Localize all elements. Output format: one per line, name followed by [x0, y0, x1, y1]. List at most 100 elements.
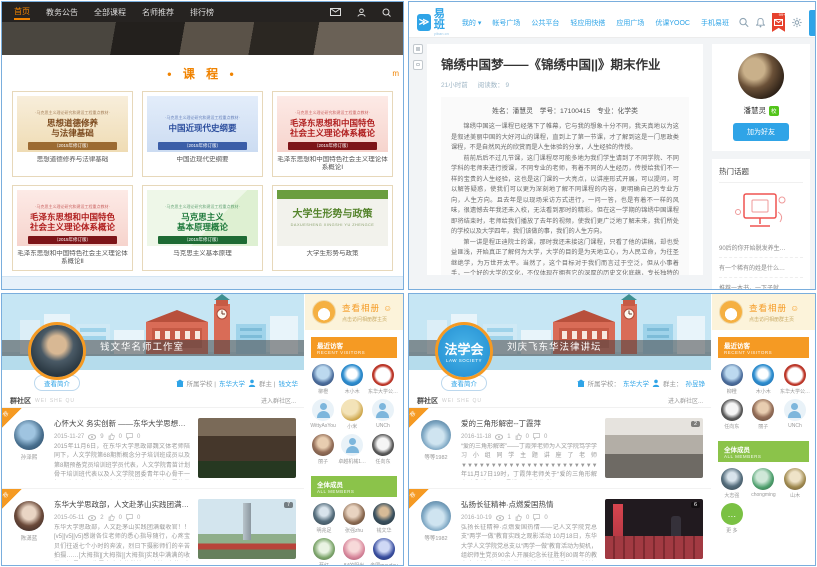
nav-teachers[interactable]: 名师推荐: [142, 7, 174, 18]
visitor[interactable]: 丽子: [748, 399, 778, 430]
hot-topic-item[interactable]: 有一个稀有的姓是什么…: [719, 258, 803, 278]
menu-lightapp[interactable]: 轻应用快搭: [570, 18, 605, 28]
publish-button[interactable]: ✎ 发布: [809, 10, 816, 36]
visitor[interactable]: 东华大学公…: [780, 364, 810, 395]
messages-ribbon[interactable]: 99+: [772, 13, 786, 32]
thumb-up-icon[interactable]: [515, 433, 522, 440]
more-link[interactable]: m: [392, 69, 399, 78]
post-author[interactable]: 陈潇蓝: [12, 534, 46, 542]
post-thumbnail[interactable]: 6: [605, 499, 703, 559]
visitor[interactable]: 柳橙: [310, 364, 336, 395]
post-item[interactable]: 荐 等等1982 爱的三角形解密--丁霞萍 2016-11-18 1 0 0: [409, 408, 711, 489]
school-link[interactable]: 东华大学: [219, 378, 245, 388]
search-icon[interactable]: [382, 8, 391, 17]
owner-link[interactable]: 孙昱铮: [686, 378, 706, 388]
member[interactable]: chongming: [749, 468, 779, 499]
member[interactable]: 山木: [780, 468, 810, 499]
nav-all-courses[interactable]: 全部课程: [94, 7, 126, 18]
yiban-logo[interactable]: ≫ 易班 yiban.cn: [417, 9, 452, 36]
avatar[interactable]: [738, 53, 784, 99]
comment-icon[interactable]: [126, 514, 133, 521]
owner-link[interactable]: 钱文华: [279, 378, 299, 388]
member[interactable]: 金圃mayday: [370, 538, 398, 565]
course-card[interactable]: ·马克思主义理论研究和建设工程重点教材· 思想道德修养 与法律基础 （2015年…: [12, 91, 133, 177]
member[interactable]: 大志强: [717, 468, 747, 499]
add-friend-button[interactable]: 加为好友: [733, 123, 789, 141]
course-card[interactable]: ·马克思主义理论研究和建设工程重点教材· 马克思主义 基本原理概论 （2015年…: [142, 185, 263, 271]
thumb-up-icon[interactable]: [108, 433, 115, 440]
post-author[interactable]: 孙泽熙: [12, 453, 46, 461]
post-title[interactable]: 东华大学思政部，人文赴茅山实践团满载而归要收官！！: [54, 499, 190, 510]
nav-home[interactable]: 首页: [14, 4, 30, 20]
course-card[interactable]: ·马克思主义理论研究和建设工程重点教材· 中国近现代史纲要 （2015年修订版）…: [142, 91, 263, 177]
group-avatar[interactable]: 法学会 LAW SOCIETY: [435, 322, 493, 380]
course-caption[interactable]: 中国近现代史纲要: [147, 156, 258, 173]
post-title[interactable]: 心怀大义 务实创新 ——东华大学思想政治理论实践教育活动: [54, 418, 190, 429]
post-item[interactable]: 荐 等等1982 弘扬长征精神·点燃爱国热情 2016-10-19 1 0 0: [409, 489, 711, 566]
course-caption[interactable]: 马克思主义基本原理: [147, 250, 258, 267]
post-thumbnail[interactable]: 2: [605, 418, 703, 478]
school-link[interactable]: 东华大学: [623, 378, 649, 388]
course-caption[interactable]: 思想道德修养与法律基础: [17, 156, 128, 173]
hot-topic-item[interactable]: 推荐一本书，一下子就…: [719, 278, 803, 290]
comment-icon[interactable]: [533, 514, 540, 521]
visitor[interactable]: 木小木: [338, 364, 366, 395]
menu-public-platform[interactable]: 公共平台: [531, 18, 559, 28]
member[interactable]: 84的阳光: [340, 538, 368, 565]
menu-yooc[interactable]: 优课YOOC: [655, 18, 690, 28]
menu-app-plaza[interactable]: 应用广场: [616, 18, 644, 28]
post-author[interactable]: 等等1982: [419, 534, 453, 542]
member[interactable]: 蔡红: [310, 538, 338, 565]
gear-icon[interactable]: [792, 17, 802, 28]
thumb-up-icon[interactable]: [108, 514, 115, 521]
enter-community-link[interactable]: 进入群社区...: [261, 396, 296, 405]
menu-mobile[interactable]: 手机易班: [701, 18, 729, 28]
visitor[interactable]: UNCh: [368, 399, 398, 430]
post-author[interactable]: 等等1982: [419, 453, 453, 461]
course-caption[interactable]: 大学生形势与政策: [277, 250, 388, 267]
visitor[interactable]: 任向东: [717, 399, 746, 430]
menu-account-plaza[interactable]: 帐号广场: [492, 18, 520, 28]
author-name[interactable]: 潘慧灵: [743, 105, 766, 116]
mail-icon[interactable]: [330, 8, 341, 16]
course-card[interactable]: ·马克思主义理论研究和建设工程重点教材· 毛泽东思想和中国特色 社会主义理论体系…: [12, 185, 133, 271]
post-item[interactable]: 荐 孙泽熙 心怀大义 务实创新 ——东华大学思想政治理论实践教育活动 2015-…: [2, 408, 304, 489]
post-title[interactable]: 爱的三角形解密--丁霞萍: [461, 418, 597, 429]
member[interactable]: 张强zhu: [340, 503, 368, 534]
view-album-card[interactable]: 查看相册 ☺ 点击访问相册群主页: [712, 294, 815, 330]
comment-icon[interactable]: [126, 433, 133, 440]
post-thumbnail[interactable]: 7: [198, 499, 296, 559]
grid-icon[interactable]: [413, 44, 423, 54]
post-thumbnail[interactable]: [198, 418, 296, 478]
group-avatar[interactable]: [28, 322, 86, 380]
view-album-card[interactable]: 查看相册 ☺ 点击访问相册群主页: [305, 294, 403, 330]
member-more[interactable]: …更 多: [717, 503, 747, 534]
hot-topic-item[interactable]: 90后的你开始脱发养生…: [719, 238, 803, 258]
nav-announcements[interactable]: 教务公告: [46, 7, 78, 18]
menu-mine[interactable]: 我的 ▾: [462, 18, 481, 28]
enter-community-link[interactable]: 进入群社区...: [668, 396, 703, 405]
bell-icon[interactable]: [756, 17, 765, 28]
course-caption[interactable]: 毛泽东思想和中国特色社会主义理论体系概论Ⅱ: [17, 250, 128, 267]
course-caption[interactable]: 毛泽东思想和中国特色社会主义理论体系概论Ⅰ: [277, 156, 388, 173]
visitor[interactable]: 丽子: [310, 434, 336, 465]
post-item[interactable]: 荐 陈潇蓝 东华大学思政部，人文赴茅山实践团满载而归要收官！！ 2015-05-…: [2, 489, 304, 566]
course-card[interactable]: 大学生形势与政策 DAXUESHENG XINGSHI YU ZHENGCE 大…: [272, 185, 393, 271]
visitor[interactable]: WittyAsYou: [310, 399, 336, 430]
chat-icon[interactable]: [413, 60, 423, 70]
search-icon[interactable]: [739, 17, 749, 28]
visitor[interactable]: 卓越机械1…: [338, 434, 366, 465]
visitor[interactable]: 木小木: [748, 364, 778, 395]
post-title[interactable]: 弘扬长征精神·点燃爱国热情: [461, 499, 597, 510]
comment-icon[interactable]: [533, 433, 540, 440]
thumb-up-icon[interactable]: [515, 514, 522, 521]
visitor[interactable]: 柳橙: [717, 364, 746, 395]
member[interactable]: 明兆足: [310, 503, 338, 534]
user-icon[interactable]: [357, 8, 366, 17]
member[interactable]: 钱文华: [370, 503, 398, 534]
visitor[interactable]: UNCh: [780, 399, 810, 430]
visitor[interactable]: 任向东: [368, 434, 398, 465]
visitor[interactable]: 东华大学公…: [368, 364, 398, 395]
visitor[interactable]: 小米: [338, 399, 366, 430]
nav-ranking[interactable]: 排行榜: [190, 7, 214, 18]
